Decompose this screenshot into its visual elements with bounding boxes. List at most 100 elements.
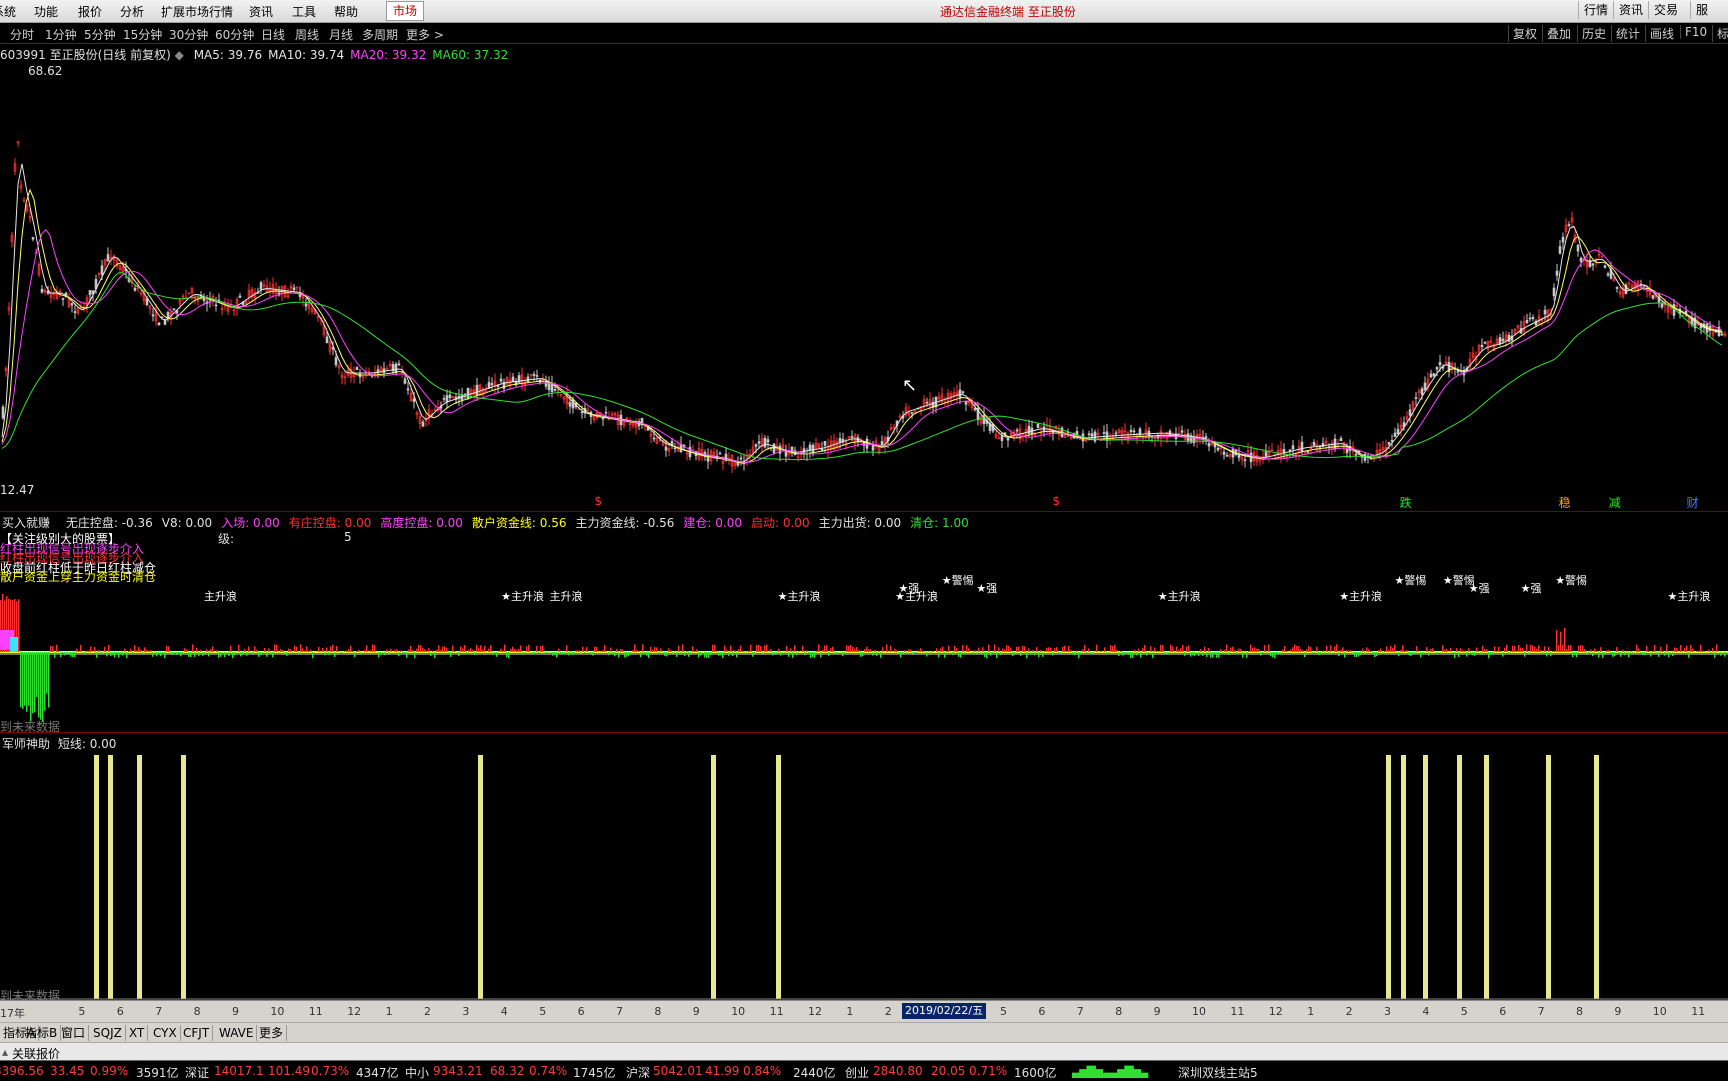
period-30min[interactable]: 30分钟 <box>169 26 208 43</box>
hist-bar-green <box>1338 652 1340 656</box>
menu-item-function[interactable]: 功能 <box>34 3 58 20</box>
hist-bar-green <box>1358 652 1360 656</box>
menu-item-analysis[interactable]: 分析 <box>120 3 144 20</box>
hist-bar-red <box>962 645 964 652</box>
candle-body <box>767 440 769 442</box>
candle-body <box>1007 438 1009 440</box>
menu-item-quote[interactable]: 报价 <box>78 3 102 20</box>
candle-body <box>1526 320 1528 323</box>
indicator-pane-advisor[interactable]: 军师神助 短线: 0.00 到未来数据 <box>0 732 1728 1001</box>
header-button-quotes[interactable]: 行情 <box>1578 1 1613 19</box>
hist-bar-green <box>1126 652 1128 653</box>
period-monthly[interactable]: 月线 <box>329 26 353 43</box>
hist-bar-red <box>1426 647 1428 652</box>
tool-f10[interactable]: F10 <box>1680 25 1707 39</box>
header-button-trade[interactable]: 交易 <box>1648 1 1683 19</box>
period-60min[interactable]: 60分钟 <box>215 26 254 43</box>
server-station[interactable]: 深圳双线主站5 <box>1178 1064 1258 1081</box>
indicator-buy-canvas[interactable] <box>0 512 1728 733</box>
period-weekly[interactable]: 周线 <box>295 26 319 43</box>
hist-bar-red <box>1172 646 1174 652</box>
period-multi[interactable]: 多周期 <box>362 26 398 43</box>
hist-bar-green <box>618 652 620 658</box>
date-tick: 4 <box>1422 1005 1429 1018</box>
note-level-label: 级: <box>218 530 234 547</box>
hist-bar-red <box>1200 649 1202 652</box>
period-5min[interactable]: 5分钟 <box>84 26 116 43</box>
indicator-buy-value: 有庄控盘: 0.00 <box>289 516 372 530</box>
hist-bar-red <box>596 647 598 652</box>
date-tick: 5 <box>1461 1005 1468 1018</box>
indicator-advisor-canvas[interactable] <box>0 733 1728 1001</box>
indicator-pane-buy[interactable]: 买入就赚 无庄控盘: -0.36V8: 0.00入场: 0.00有庄控盘: 0.… <box>0 511 1728 733</box>
indicator-tab[interactable]: CYX <box>150 1025 181 1041</box>
period-1min[interactable]: 1分钟 <box>45 26 77 43</box>
hist-bar-green <box>180 652 182 656</box>
menu-item-tools[interactable]: 工具 <box>292 3 316 20</box>
expand-icon[interactable]: ▴ <box>2 1045 8 1059</box>
hist-bar-red <box>858 650 860 652</box>
indicator-tab[interactable]: 窗口 <box>58 1025 89 1041</box>
hist-bar-green <box>1632 652 1634 654</box>
menu-item-help[interactable]: 帮助 <box>334 3 358 20</box>
indicator-tab[interactable]: 更多 <box>256 1025 287 1041</box>
period-more[interactable]: 更多 > <box>406 26 444 43</box>
hist-bar-red <box>476 645 478 652</box>
menu-item-extended-market[interactable]: 扩展市场行情 <box>161 3 233 20</box>
price-chart-pane[interactable]: 603991 至正股份(日线 前复权) ◆ MA5: 39.76MA10: 39… <box>0 43 1728 511</box>
hist-bar-green <box>450 652 452 657</box>
hist-bar-red <box>856 647 858 652</box>
tool-history[interactable]: 历史 <box>1577 25 1606 42</box>
header-button-news[interactable]: 资讯 <box>1613 1 1648 19</box>
hist-bar-red <box>134 645 136 652</box>
candle-body <box>773 444 775 453</box>
tool-overlay[interactable]: 叠加 <box>1542 25 1571 42</box>
hist-bar-red <box>166 646 168 652</box>
indicator-tab[interactable]: CFJT <box>180 1025 213 1041</box>
indicator-buy-value: 主力出货: 0.00 <box>819 516 902 530</box>
menu-item-market[interactable]: 市场 <box>386 1 424 21</box>
candle-body <box>1394 433 1396 437</box>
header-button-service[interactable]: 服 <box>1690 1 1713 19</box>
period-15min[interactable]: 15分钟 <box>123 26 162 43</box>
hist-bar-green <box>122 652 124 656</box>
signal-marker: $ <box>1052 494 1060 508</box>
hist-bar-red <box>1188 646 1190 652</box>
hist-bar-red <box>1322 651 1324 652</box>
indicator-tab[interactable]: WAVE <box>216 1025 257 1041</box>
hist-bar-green <box>414 652 416 658</box>
indicator-tab[interactable]: XT <box>126 1025 148 1041</box>
hist-bar-green <box>434 652 436 658</box>
hist-bar-red <box>1556 630 1558 652</box>
tool-tag[interactable]: 标 <box>1712 25 1728 42</box>
hist-bar-red <box>764 645 766 652</box>
period-intraday[interactable]: 分时 <box>10 26 34 43</box>
tool-statistics[interactable]: 统计 <box>1611 25 1640 42</box>
hist-bar-green <box>30 652 32 721</box>
hist-bar-red <box>750 645 752 652</box>
hist-bar-red <box>594 647 596 652</box>
info-toggle-icon[interactable]: ◆ <box>175 48 184 62</box>
hist-bar-red <box>238 645 240 652</box>
note-clear: 散户资金上穿主力资金时清仓 <box>0 568 156 585</box>
tool-restore-rights[interactable]: 复权 <box>1508 25 1537 42</box>
menu-item-system[interactable]: 系统 <box>0 3 16 20</box>
hist-bar-green <box>260 652 262 655</box>
hist-bar-green <box>640 652 642 657</box>
hist-bar-red <box>1330 645 1332 652</box>
hist-bar-red <box>528 645 530 652</box>
date-cursor-label: 2019/02/22/五 <box>902 1003 986 1019</box>
indicator-buy-value: 启动: 0.00 <box>751 516 810 530</box>
hist-bar-green <box>762 652 764 654</box>
hist-bar-red <box>1512 646 1514 652</box>
tool-draw-line[interactable]: 画线 <box>1645 25 1674 42</box>
hist-bar-green <box>110 652 112 656</box>
hist-bar-green <box>382 652 384 653</box>
price-chart-canvas[interactable] <box>0 43 1728 511</box>
hist-bar-red <box>150 650 152 652</box>
menu-item-news[interactable]: 资讯 <box>249 3 273 20</box>
indicator-tab[interactable]: 指标B <box>22 1025 61 1041</box>
indicator-tab[interactable]: SQJZ <box>90 1025 126 1041</box>
period-daily[interactable]: 日线 <box>261 26 285 43</box>
hist-bar-red <box>956 648 958 652</box>
